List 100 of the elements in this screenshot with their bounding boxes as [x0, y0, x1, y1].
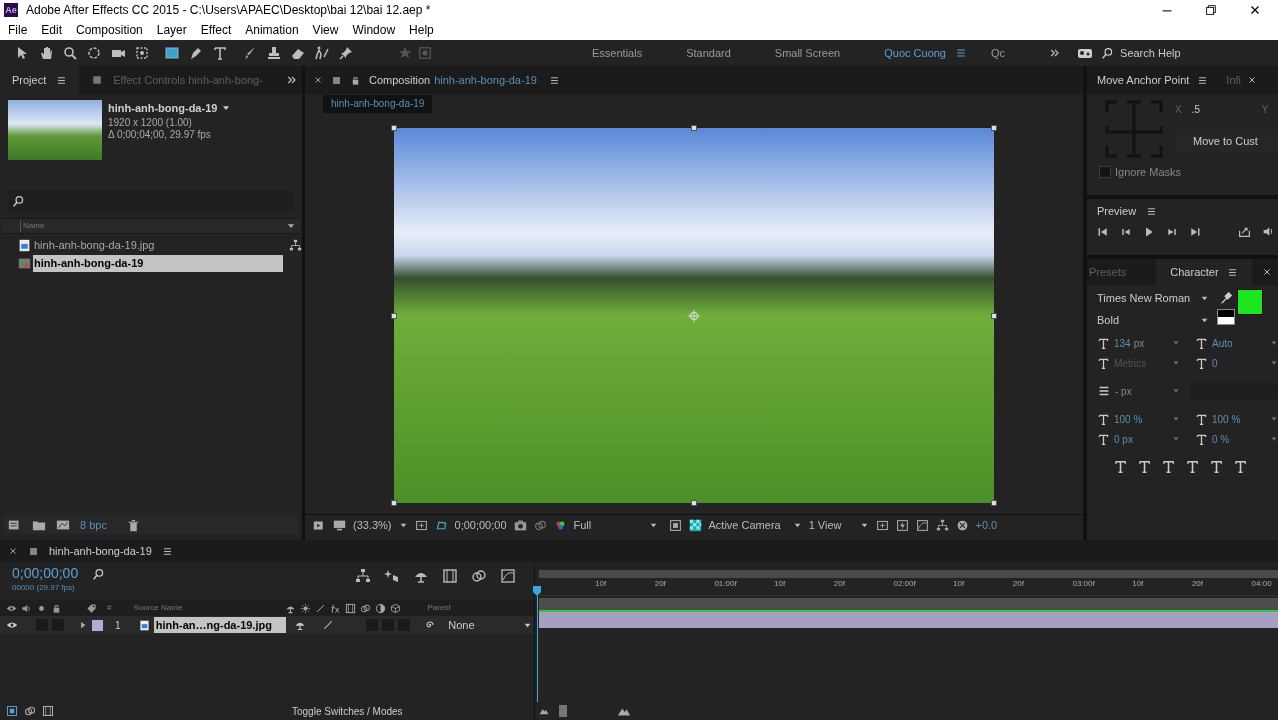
close-icon[interactable]: [8, 546, 18, 556]
panel-tab[interactable]: Project: [0, 66, 80, 94]
menu-item[interactable]: Edit: [41, 21, 63, 39]
panel-tab[interactable]: Composition hinh-anh-bong-da-19: [369, 71, 537, 89]
caret-icon[interactable]: [792, 521, 802, 530]
caret-icon[interactable]: [859, 521, 869, 530]
close-icon[interactable]: [313, 75, 323, 85]
playhead-handle[interactable]: [533, 586, 541, 596]
workspace-tab[interactable]: Essentials: [592, 44, 643, 62]
menu-item[interactable]: Layer: [156, 21, 187, 39]
stroke-width-field[interactable]: - px: [1115, 383, 1168, 399]
close-icon[interactable]: [1247, 75, 1258, 85]
comp-flowchart-icon[interactable]: [355, 568, 371, 584]
zoom-slider-thumb[interactable]: [559, 705, 567, 717]
collapse-icon[interactable]: [300, 602, 312, 614]
font-style-dropdown[interactable]: Bold: [1097, 311, 1209, 329]
chevrons-icon[interactable]: [286, 74, 298, 86]
motion-blur-icon[interactable]: [360, 602, 372, 614]
reset-exposure-icon[interactable]: [955, 519, 969, 532]
column-header[interactable]: #: [107, 602, 112, 614]
workspace-tab[interactable]: Quoc Cuong: [884, 44, 946, 62]
last-frame-icon[interactable]: [1189, 225, 1201, 238]
adjustment-layer-icon[interactable]: [375, 602, 387, 614]
caret-icon[interactable]: [398, 521, 408, 530]
exposure-value[interactable]: +0.0: [975, 517, 998, 534]
draft-3d-icon[interactable]: [384, 568, 400, 584]
composition-breadcrumb[interactable]: hinh-anh-bong-da-19: [323, 95, 433, 113]
menu-icon[interactable]: [56, 74, 68, 86]
checkerboard-icon[interactable]: [688, 519, 702, 532]
baseline-shift-field[interactable]: 0 px: [1114, 431, 1168, 447]
tag-icon[interactable]: [86, 602, 97, 614]
pen-icon[interactable]: [188, 45, 204, 61]
zoom-dropdown[interactable]: (33.3%): [353, 517, 392, 534]
star-icon[interactable]: [398, 46, 412, 60]
lock-icon[interactable]: [350, 74, 361, 86]
in-out-icon[interactable]: [42, 705, 54, 717]
interpret-footage-icon[interactable]: [8, 518, 22, 532]
visibility-eye-icon[interactable]: [6, 619, 18, 631]
first-frame-icon[interactable]: [1097, 225, 1109, 238]
hand-icon[interactable]: [38, 45, 54, 61]
search-help-field[interactable]: Search Help: [1120, 44, 1181, 62]
search-icon[interactable]: [1101, 46, 1115, 60]
menu-icon[interactable]: [1226, 266, 1238, 278]
vertical-scale-field[interactable]: 100 %: [1114, 411, 1168, 427]
puppet-icon[interactable]: [314, 45, 330, 61]
transform-handle[interactable]: [390, 125, 397, 131]
frame-blending-icon[interactable]: [345, 602, 357, 614]
transform-handle[interactable]: [990, 125, 997, 131]
transform-handle[interactable]: [990, 500, 997, 506]
column-header[interactable]: Parent: [427, 602, 452, 614]
panel-tab[interactable]: Move Anchor Point: [1097, 66, 1217, 94]
search-icon[interactable]: [92, 568, 106, 581]
column-header[interactable]: Source Name: [133, 602, 282, 614]
menu-icon[interactable]: [1197, 74, 1209, 86]
panel-tab[interactable]: hinh-anh-bong-da-19: [49, 542, 152, 560]
safe-zones-icon[interactable]: [414, 519, 428, 532]
menu-item[interactable]: Effect: [200, 21, 232, 39]
frame-blending-icon[interactable]: [442, 568, 458, 584]
stamp-icon[interactable]: [266, 45, 282, 61]
menu-item[interactable]: Composition: [76, 21, 143, 39]
monitor-icon[interactable]: [333, 519, 346, 532]
toggle-pixel-icon[interactable]: [875, 519, 889, 532]
trash-icon[interactable]: [126, 518, 140, 532]
workspace-tab[interactable]: Qc: [991, 44, 1006, 62]
layer-name[interactable]: hinh-an…ng-da-19.jpg: [153, 617, 287, 633]
motion-blur-icon[interactable]: [471, 568, 487, 584]
speaker-icon[interactable]: [1262, 225, 1275, 238]
project-item[interactable]: hinh-anh-bong-da-19: [33, 254, 283, 272]
bit-depth-button[interactable]: 8 bpc: [80, 516, 107, 534]
panel-tab[interactable]: Character: [1156, 259, 1252, 285]
menu-icon[interactable]: [548, 74, 560, 86]
menu-item[interactable]: Animation: [245, 21, 299, 39]
brush-icon[interactable]: [242, 45, 258, 61]
transform-handle[interactable]: [390, 313, 397, 319]
menu-item[interactable]: View: [312, 21, 339, 39]
3d-layer-icon[interactable]: [390, 602, 402, 614]
workspace-tab[interactable]: Standard: [686, 44, 731, 62]
menu-item[interactable]: Help: [409, 21, 434, 39]
fill-color-swatch[interactable]: [1237, 289, 1263, 315]
eyedropper-icon[interactable]: [1219, 291, 1233, 305]
mask-icon[interactable]: [434, 519, 448, 532]
label-color-swatch[interactable]: [91, 619, 103, 631]
view-layout-dropdown[interactable]: 1 View: [808, 517, 869, 534]
search-field[interactable]: [8, 190, 294, 212]
zoom-icon[interactable]: [62, 45, 78, 61]
font-size-field[interactable]: 134 px: [1114, 335, 1168, 351]
parent-dropdown[interactable]: None: [448, 616, 534, 634]
snapshot-icon[interactable]: [513, 519, 527, 532]
pan-icon[interactable]: [134, 45, 150, 61]
quality-icon[interactable]: [322, 619, 335, 631]
menu-icon[interactable]: [161, 545, 173, 557]
new-composition-icon[interactable]: [56, 518, 70, 532]
leading-field[interactable]: Auto: [1212, 335, 1266, 351]
rotate-icon[interactable]: [86, 45, 102, 61]
default-colors-button[interactable]: [1217, 309, 1235, 325]
font-size-icon[interactable]: [1097, 336, 1110, 350]
effects-icon[interactable]: [330, 602, 342, 614]
pin-icon[interactable]: [338, 45, 354, 61]
workspace-tab[interactable]: Small Screen: [774, 44, 841, 62]
current-time[interactable]: 0;00;00;00: [12, 564, 79, 582]
